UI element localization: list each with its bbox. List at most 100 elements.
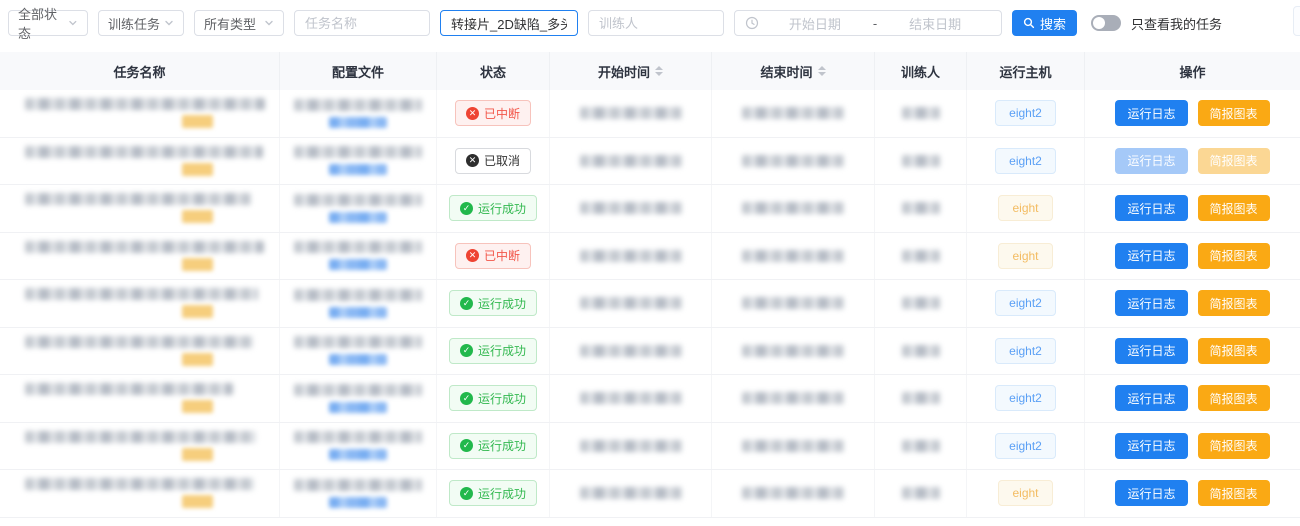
end-time-cell — [712, 470, 875, 517]
status-cell: ✓ 运行成功 — [437, 328, 550, 375]
task-name-cell — [0, 138, 280, 185]
trainer-input[interactable] — [588, 10, 724, 36]
end-time-cell — [712, 280, 875, 327]
run-log-button[interactable]: 运行日志 — [1115, 195, 1187, 221]
category-select[interactable]: 所有类型 — [194, 10, 284, 36]
task-name-blur — [25, 383, 233, 395]
config-link-blur[interactable] — [329, 449, 387, 460]
search-button[interactable]: 搜索 — [1012, 10, 1077, 36]
config-link-blur[interactable] — [329, 117, 387, 128]
end-time-blur — [742, 250, 844, 262]
config-link-blur[interactable] — [329, 259, 387, 270]
host-cell: eight2 — [967, 280, 1085, 327]
model-name-input[interactable] — [440, 10, 578, 36]
clock-icon — [745, 16, 759, 30]
end-time-cell — [712, 328, 875, 375]
run-log-button[interactable]: 运行日志 — [1115, 433, 1187, 459]
config-link-blur[interactable] — [329, 497, 387, 508]
config-file-blur — [294, 241, 422, 253]
trainer-blur — [902, 487, 940, 499]
end-time-blur — [742, 202, 844, 214]
task-name-blur — [25, 288, 258, 300]
task-tag-blur — [182, 163, 213, 176]
trainer-blur — [902, 345, 940, 357]
host-badge: eight2 — [995, 290, 1056, 316]
end-time-blur — [742, 155, 844, 167]
status-label: 运行成功 — [478, 485, 526, 502]
start-time-cell — [550, 233, 712, 280]
config-file-blur — [294, 99, 422, 111]
table-row: ✓ 运行成功 eight2 运行日志 简报图表 — [0, 423, 1300, 471]
host-cell: eight2 — [967, 138, 1085, 185]
config-file-blur — [294, 194, 422, 206]
task-name-blur — [25, 478, 254, 490]
config-link-blur[interactable] — [329, 402, 387, 413]
report-chart-button[interactable]: 简报图表 — [1198, 290, 1270, 316]
trainer-blur — [902, 392, 940, 404]
sort-icon[interactable] — [818, 66, 826, 76]
task-name-input[interactable] — [294, 10, 430, 36]
status-icon: ✓ — [460, 202, 473, 215]
run-log-button[interactable]: 运行日志 — [1115, 100, 1187, 126]
run-log-button[interactable]: 运行日志 — [1115, 480, 1187, 506]
status-label: 运行成功 — [478, 437, 526, 454]
config-link-blur[interactable] — [329, 354, 387, 365]
trainer-cell — [875, 280, 967, 327]
trainer-cell — [875, 233, 967, 280]
status-badge: ✕ 已中断 — [455, 243, 531, 269]
sort-icon[interactable] — [655, 66, 663, 76]
search-button-label: 搜索 — [1040, 14, 1066, 33]
status-label: 运行成功 — [478, 342, 526, 359]
config-link-blur[interactable] — [329, 164, 387, 175]
config-link-blur[interactable] — [329, 307, 387, 318]
actions-cell: 运行日志 简报图表 — [1085, 280, 1300, 327]
task-tag-blur — [182, 448, 213, 461]
task-name-cell — [0, 375, 280, 422]
status-badge: ✓ 运行成功 — [449, 195, 537, 221]
report-chart-button[interactable]: 简报图表 — [1198, 338, 1270, 364]
trainer-blur — [902, 202, 940, 214]
status-filter-select[interactable]: 全部状态 — [8, 10, 88, 36]
start-time-blur — [580, 107, 682, 119]
end-time-blur — [742, 345, 844, 357]
config-link-blur[interactable] — [329, 212, 387, 223]
report-chart-button[interactable]: 简报图表 — [1198, 433, 1270, 459]
start-time-blur — [580, 202, 682, 214]
report-chart-button[interactable]: 简报图表 — [1198, 480, 1270, 506]
status-label: 已取消 — [484, 152, 520, 169]
only-my-tasks-toggle[interactable] — [1091, 15, 1121, 31]
actions-cell: 运行日志 简报图表 — [1085, 233, 1300, 280]
report-chart-button[interactable]: 简报图表 — [1198, 148, 1270, 174]
report-chart-button[interactable]: 简报图表 — [1198, 243, 1270, 269]
task-name-blur — [25, 193, 251, 205]
report-chart-button[interactable]: 简报图表 — [1198, 100, 1270, 126]
end-time-cell — [712, 90, 875, 137]
column-header-host: 运行主机 — [967, 52, 1085, 90]
task-name-cell — [0, 90, 280, 137]
table-row: ✓ 运行成功 eight2 运行日志 简报图表 — [0, 280, 1300, 328]
column-header-actions: 操作 — [1085, 52, 1300, 90]
task-name-cell — [0, 470, 280, 517]
date-range-picker[interactable]: 开始日期 - 结束日期 — [734, 10, 1002, 36]
table-row: ✕ 已取消 eight2 运行日志 简报图表 — [0, 138, 1300, 186]
run-log-button[interactable]: 运行日志 — [1115, 243, 1187, 269]
end-time-blur — [742, 107, 844, 119]
start-date-placeholder: 开始日期 — [759, 14, 871, 33]
table-row: ✕ 已中断 eight 运行日志 简报图表 — [0, 233, 1300, 281]
start-time-cell — [550, 328, 712, 375]
run-log-button[interactable]: 运行日志 — [1115, 385, 1187, 411]
actions-cell: 运行日志 简报图表 — [1085, 470, 1300, 517]
task-type-select[interactable]: 训练任务 — [98, 10, 184, 36]
run-log-button[interactable]: 运行日志 — [1115, 148, 1187, 174]
status-icon: ✓ — [460, 439, 473, 452]
config-file-blur — [294, 336, 422, 348]
actions-cell: 运行日志 简报图表 — [1085, 375, 1300, 422]
run-log-button[interactable]: 运行日志 — [1115, 338, 1187, 364]
start-time-cell — [550, 375, 712, 422]
report-chart-button[interactable]: 简报图表 — [1198, 385, 1270, 411]
report-chart-button[interactable]: 简报图表 — [1198, 195, 1270, 221]
status-label: 已中断 — [484, 105, 520, 122]
run-log-button[interactable]: 运行日志 — [1115, 290, 1187, 316]
chevron-down-icon — [164, 18, 174, 28]
start-time-blur — [580, 155, 682, 167]
